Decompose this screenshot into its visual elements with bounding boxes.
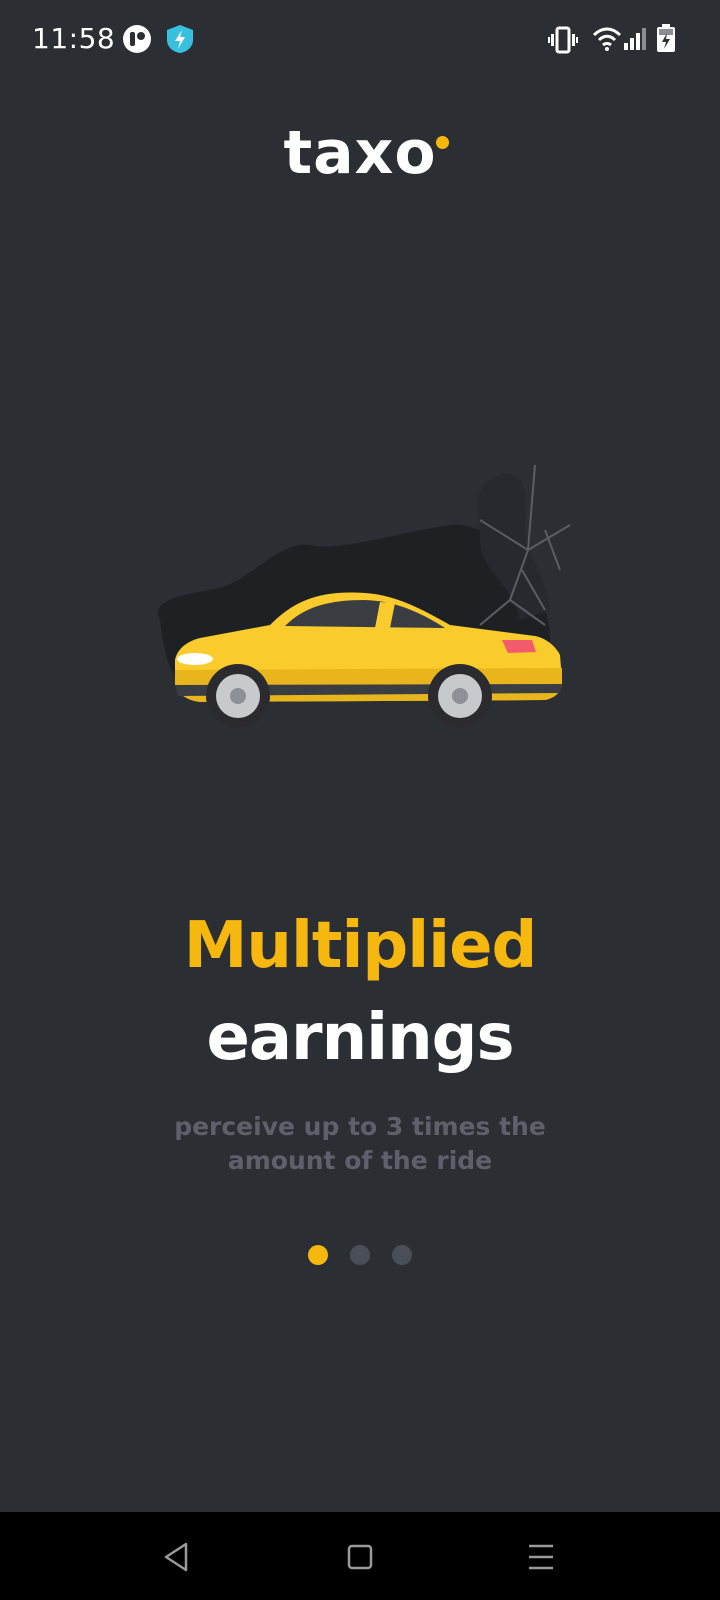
logo-wordmark: taxo	[283, 118, 437, 188]
logo-text: taxo	[283, 118, 449, 188]
headline-main: earnings	[206, 1001, 514, 1075]
status-bar: 11:58	[0, 0, 720, 84]
car-illustration	[150, 460, 590, 750]
app-notification-icon	[122, 24, 152, 59]
vibrate-icon	[548, 26, 578, 59]
page-dot-2[interactable]	[350, 1245, 370, 1265]
battery-charging-icon	[656, 24, 676, 57]
page-dot-3[interactable]	[392, 1245, 412, 1265]
status-time: 11:58	[32, 22, 116, 55]
page-dot-1[interactable]	[308, 1245, 328, 1265]
onboarding-screen: 11:58 taxo Multiplied earnings perceive …	[0, 0, 720, 1600]
shield-bolt-icon	[166, 24, 194, 59]
home-icon[interactable]	[333, 1530, 387, 1584]
page-indicator	[0, 1245, 720, 1265]
car-illustration-svg	[158, 464, 571, 728]
onboarding-subtitle: perceive up to 3 times the amount of the…	[174, 1112, 546, 1175]
wifi-icon	[592, 26, 622, 57]
system-nav-bar	[0, 1512, 720, 1600]
headline-accent: Multiplied	[183, 909, 538, 983]
app-logo: taxo	[0, 118, 720, 188]
menu-icon[interactable]	[514, 1530, 568, 1584]
onboarding-headline: Multiplied earnings	[0, 900, 720, 1084]
logo-dot	[435, 136, 449, 149]
signal-icon	[624, 28, 648, 55]
back-icon[interactable]	[150, 1530, 204, 1584]
